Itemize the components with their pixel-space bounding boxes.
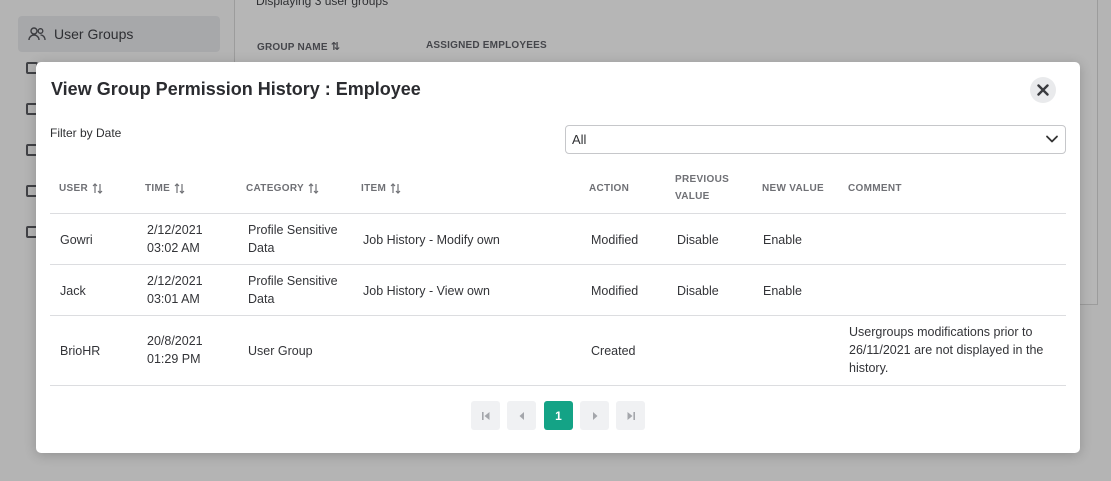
- sidebar-item-user-groups[interactable]: User Groups: [18, 16, 220, 52]
- first-page-icon: [481, 411, 491, 421]
- cell-action: Modified: [591, 284, 639, 298]
- cell-new-value: Enable: [763, 284, 802, 298]
- groups-count-caption: Displaying 3 user groups: [256, 0, 389, 8]
- cell-previous-value: Disable: [677, 233, 719, 247]
- sort-icon[interactable]: [174, 183, 185, 194]
- column-action: ACTION: [589, 183, 630, 194]
- close-button[interactable]: [1030, 77, 1056, 103]
- cell-time: 20/8/2021 01:29 PM: [147, 334, 203, 366]
- filter-selected-value: All: [572, 132, 587, 147]
- column-comment: COMMENT: [848, 183, 902, 194]
- cell-category: User Group: [248, 344, 313, 358]
- cell-time: 2/12/2021 03:01 AM: [147, 274, 203, 306]
- sidebar-item-label: User Groups: [54, 26, 134, 42]
- column-time: TIME: [145, 183, 185, 194]
- previous-page-button[interactable]: [507, 401, 536, 430]
- cell-item: Job History - View own: [363, 284, 490, 298]
- table-row: Jack 2/12/2021 03:01 AM Profile Sensitive…: [50, 265, 1066, 316]
- table-row: Gowri 2/12/2021 03:02 AM Profile Sensitiv…: [50, 214, 1066, 265]
- modal-title: View Group Permission History : Employee: [51, 79, 421, 99]
- filter-date-select[interactable]: All: [565, 125, 1066, 154]
- column-previous-value: PREVIOUS VALUE: [675, 174, 730, 202]
- first-page-button[interactable]: [471, 401, 500, 430]
- chevron-right-icon: [590, 411, 600, 421]
- column-group-name: GROUP NAME ⇅: [257, 41, 341, 53]
- column-item: ITEM: [361, 183, 401, 194]
- page-button-1[interactable]: 1: [544, 401, 573, 430]
- cell-previous-value: Disable: [677, 284, 719, 298]
- cell-action: Modified: [591, 233, 639, 247]
- chevron-left-icon: [517, 411, 527, 421]
- cell-action: Created: [591, 344, 636, 358]
- last-page-button[interactable]: [616, 401, 645, 430]
- cell-comment: Usergroups modifications prior to 26/11/2…: [849, 325, 1044, 375]
- chevron-down-icon: [1045, 132, 1059, 149]
- column-category: CATEGORY: [246, 183, 319, 194]
- filter-by-date-label: Filter by Date: [50, 126, 122, 140]
- next-page-button[interactable]: [580, 401, 609, 430]
- sort-icon[interactable]: [390, 183, 401, 194]
- sort-icon[interactable]: [308, 183, 319, 194]
- cell-user: Jack: [60, 284, 86, 298]
- cell-category: Profile Sensitive Data: [248, 274, 338, 306]
- permission-history-modal: View Group Permission History : Employee…: [36, 62, 1080, 453]
- cell-user: BrioHR: [60, 344, 101, 358]
- cell-time: 2/12/2021 03:02 AM: [147, 223, 203, 255]
- table-row: BrioHR 20/8/2021 01:29 PM User Group Crea…: [50, 316, 1066, 386]
- cell-new-value: Enable: [763, 233, 802, 247]
- cell-item: Job History - Modify own: [363, 233, 500, 247]
- cell-user: Gowri: [60, 233, 93, 247]
- column-user: USER: [59, 183, 103, 194]
- sort-icon[interactable]: [92, 183, 103, 194]
- close-icon: [1037, 84, 1049, 96]
- column-assigned-employees: ASSIGNED EMPLOYEES: [426, 40, 547, 51]
- history-table-header: USER TIME CATEGORY ITEM ACTION PREVIOUS …: [50, 168, 1066, 214]
- last-page-icon: [626, 411, 636, 421]
- column-new-value: NEW VALUE: [762, 183, 824, 194]
- users-icon: [28, 27, 46, 41]
- cell-category: Profile Sensitive Data: [248, 223, 338, 255]
